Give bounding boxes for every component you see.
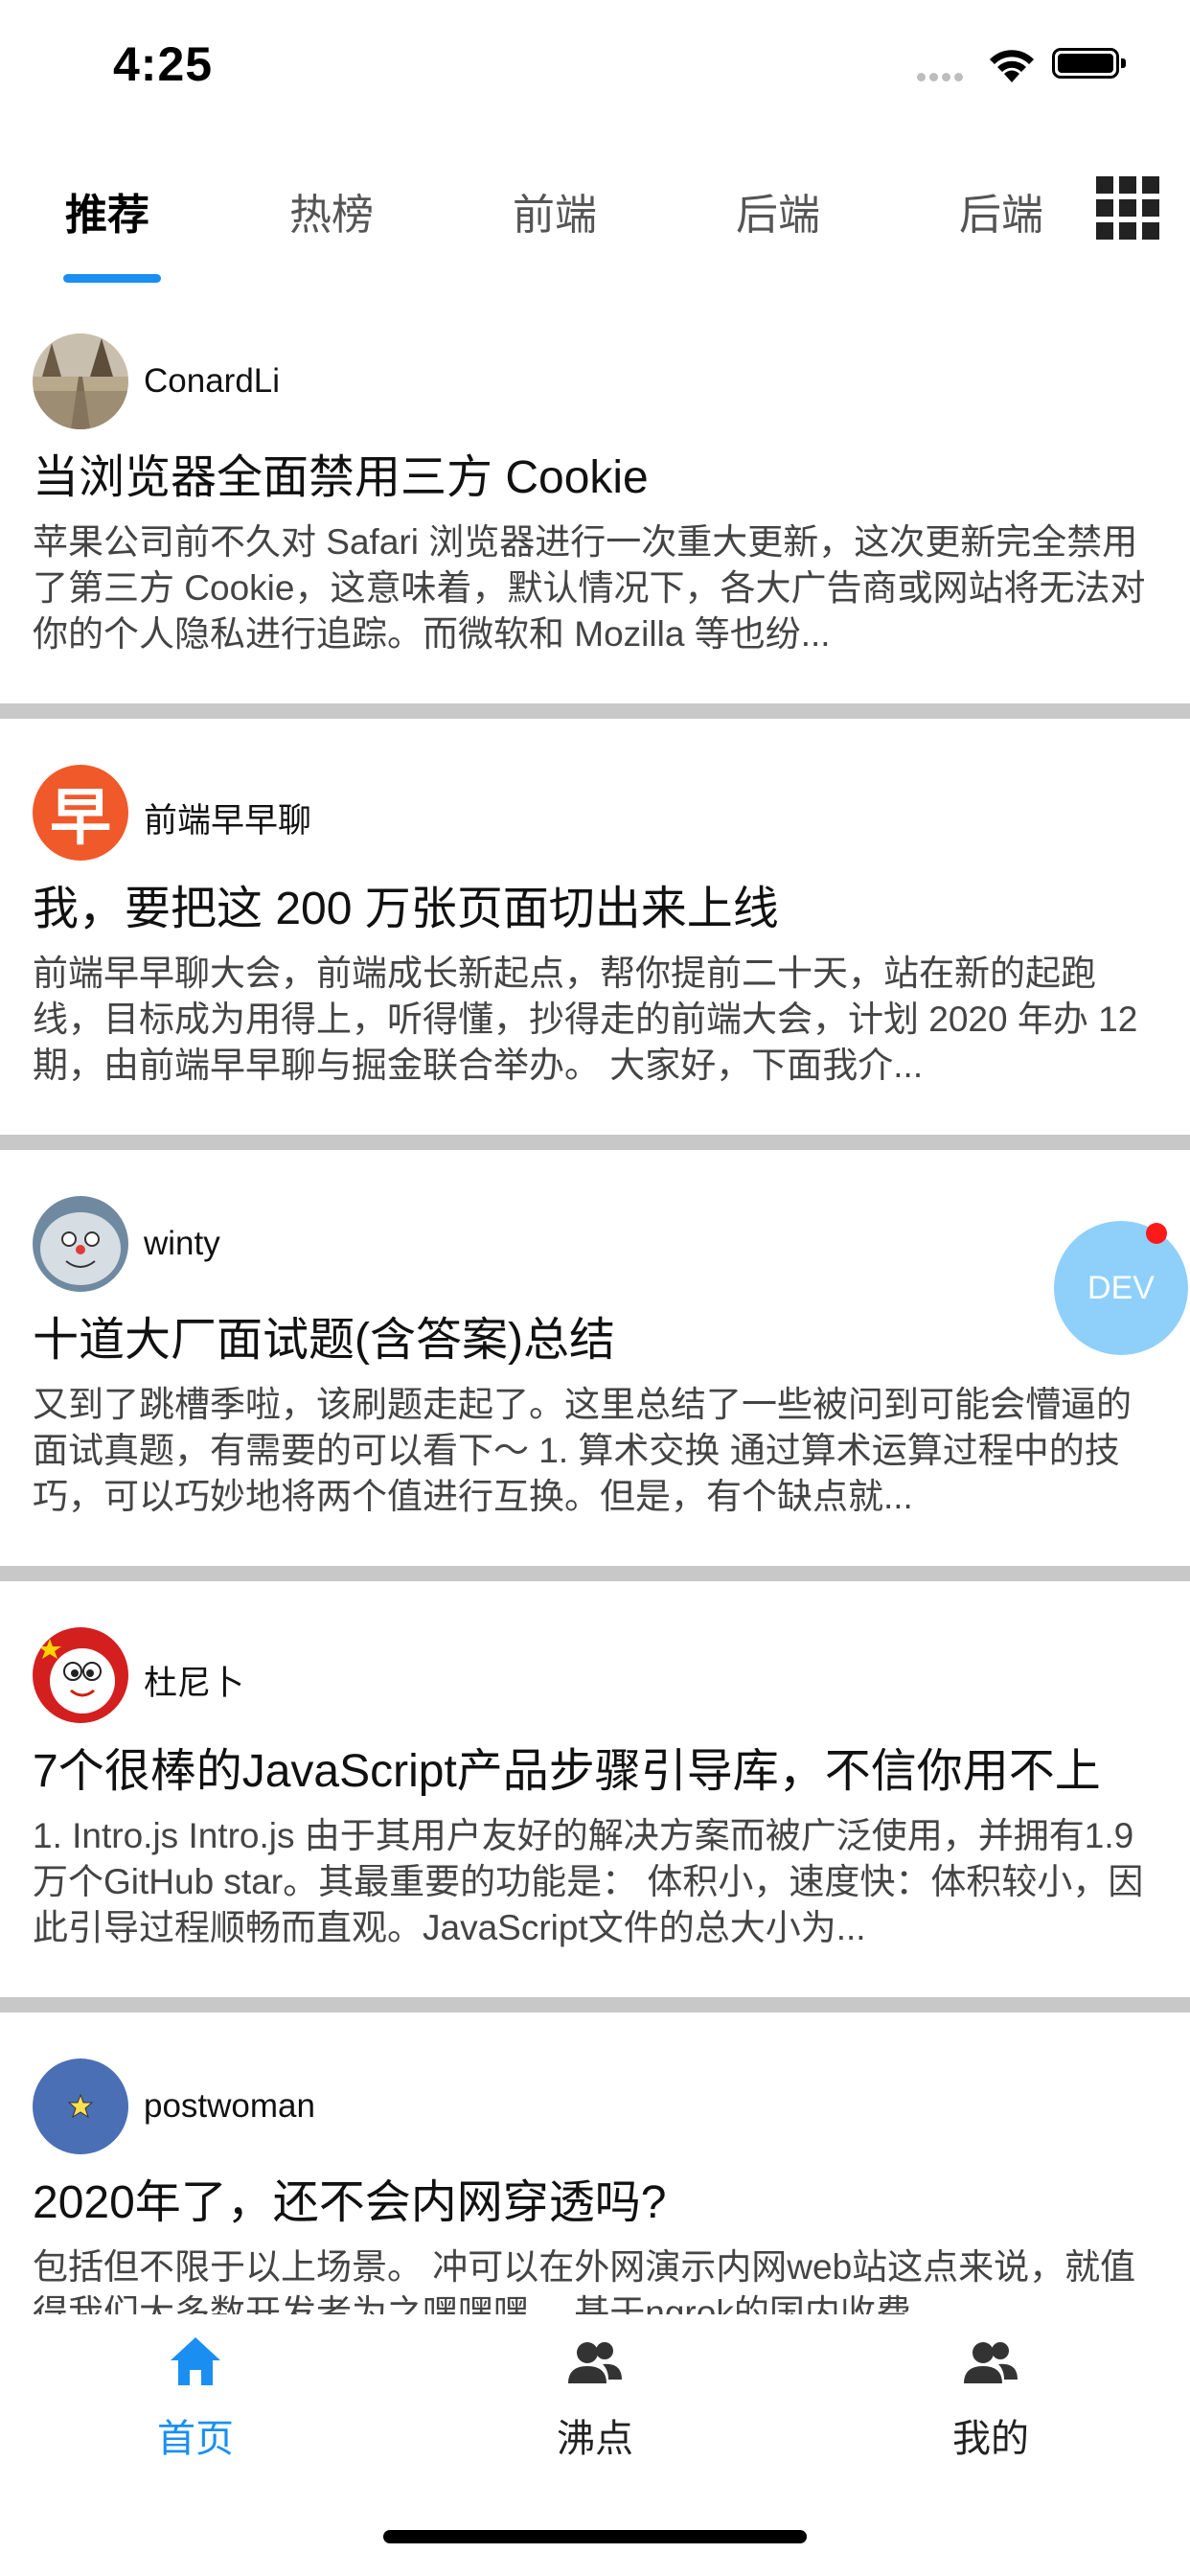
tab-backend-2[interactable]: 后端 [959, 180, 1043, 242]
article-card[interactable]: 杜尼卜 7个很棒的JavaScript产品步骤引导库，不信你用不上 1. Int… [0, 1581, 1190, 1997]
divider [0, 1997, 1190, 2012]
author-name[interactable]: postwoman [144, 2087, 315, 2126]
divider [0, 1566, 1190, 1581]
notification-badge [1146, 1223, 1167, 1244]
signal-icon [917, 69, 967, 86]
wifi-icon [990, 50, 1034, 82]
article-summary: 包括但不限于以上场景。 冲可以在外网演示内网web站这点来说，就值得我们大多数开… [33, 2247, 1136, 2314]
avatar[interactable] [33, 1196, 128, 1292]
avatar[interactable] [33, 2058, 128, 2154]
nav-label: 沸点 [557, 2418, 633, 2460]
users-icon [568, 2342, 622, 2383]
users-icon [964, 2342, 1018, 2383]
article-title[interactable]: 7个很棒的JavaScript产品步骤引导库，不信你用不上 [33, 1733, 1101, 1800]
author-name[interactable]: winty [144, 1225, 220, 1263]
avatar[interactable] [33, 1627, 128, 1723]
author-name[interactable]: ConardLi [144, 362, 280, 401]
avatar[interactable] [33, 334, 128, 429]
nav-home[interactable]: 首页 [90, 2332, 301, 2463]
article-title[interactable]: 当浏览器全面禁用三方 Cookie [33, 439, 649, 506]
author-name[interactable]: 杜尼卜 [144, 1656, 244, 1705]
avatar[interactable]: 早 [33, 765, 128, 861]
nav-label: 首页 [157, 2418, 234, 2460]
tab-hot[interactable]: 热榜 [289, 180, 374, 242]
nav-label: 我的 [952, 2418, 1029, 2460]
tab-backend[interactable]: 后端 [736, 180, 820, 242]
author-name[interactable]: 前端早早聊 [144, 794, 311, 842]
nav-pins[interactable]: 沸点 [490, 2332, 700, 2463]
star-icon [68, 2094, 93, 2119]
divider [0, 703, 1190, 719]
category-tabs: 推荐 热榜 前端 后端 后端 [0, 163, 1190, 288]
article-card[interactable]: ConardLi 当浏览器全面禁用三方 Cookie 苹果公司前不久对 Safa… [0, 288, 1190, 703]
article-card[interactable]: 早 前端早早聊 我，要把这 200 万张页面切出来上线 前端早早聊大会，前端成长… [0, 719, 1190, 1135]
bottom-nav: 首页 沸点 我的 [0, 2314, 1190, 2506]
home-indicator [383, 2530, 807, 2543]
article-feed[interactable]: ConardLi 当浏览器全面禁用三方 Cookie 苹果公司前不久对 Safa… [0, 288, 1190, 2314]
home-icon [171, 2337, 220, 2385]
active-tab-indicator [63, 274, 161, 283]
dev-floating-button[interactable]: DEV [1054, 1221, 1188, 1355]
article-summary: 1. Intro.js Intro.js 由于其用户友好的解决方案而被广泛使用，… [33, 1816, 1144, 1947]
tab-frontend[interactable]: 前端 [513, 180, 597, 242]
article-summary: 前端早早聊大会，前端成长新起点，帮你提前二十天，站在新的起跑线，目标成为用得上，… [33, 954, 1138, 1085]
grid-menu-icon[interactable] [1096, 176, 1159, 240]
avatar-char: 早 [50, 783, 111, 852]
status-time: 4:25 [113, 37, 214, 91]
article-title[interactable]: 我，要把这 200 万张页面切出来上线 [33, 870, 779, 937]
article-summary: 又到了跳槽季啦，该刷题走起了。这里总结了一些被问到可能会懵逼的面试真题，有需要的… [33, 1385, 1132, 1516]
status-bar: 4:25 [0, 0, 1190, 134]
article-title[interactable]: 十道大厂面试题(含答案)总结 [33, 1301, 615, 1368]
article-card[interactable]: postwoman 2020年了，还不会内网穿透吗? 包括但不限于以上场景。 冲… [0, 2012, 1190, 2314]
tab-recommend[interactable]: 推荐 [65, 180, 149, 242]
article-title[interactable]: 2020年了，还不会内网穿透吗? [33, 2164, 666, 2231]
nav-mine[interactable]: 我的 [885, 2332, 1096, 2463]
battery-icon [1052, 48, 1126, 79]
article-summary: 苹果公司前不久对 Safari 浏览器进行一次重大更新，这次更新完全禁用了第三方… [33, 522, 1146, 654]
article-card[interactable]: winty 十道大厂面试题(含答案)总结 又到了跳槽季啦，该刷题走起了。这里总结… [0, 1150, 1190, 1566]
divider [0, 1135, 1190, 1150]
